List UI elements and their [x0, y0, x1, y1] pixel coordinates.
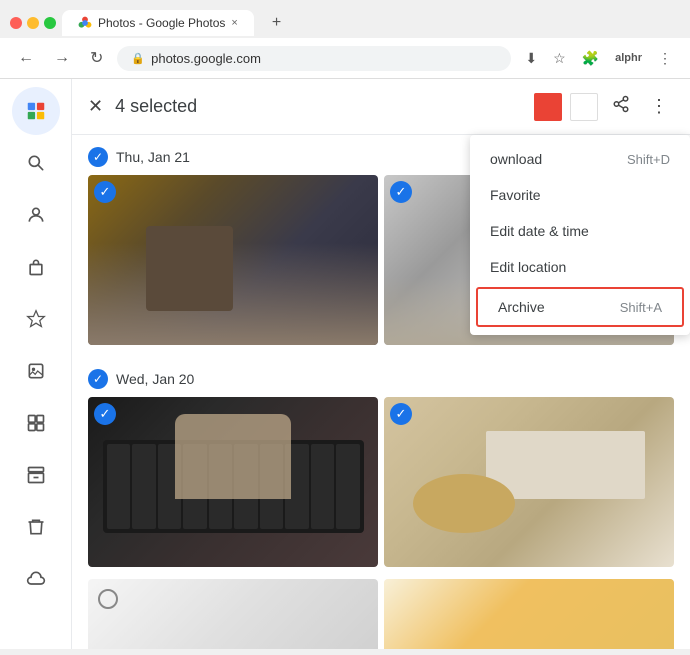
maximize-traffic-light[interactable] [44, 17, 56, 29]
photo-check-2: ✓ [390, 181, 412, 203]
navigation-bar: ← → ↻ 🔒 photos.google.com ⬇ ☆ 🧩 alphr ⋮ [0, 38, 690, 79]
menu-item-favorite[interactable]: Favorite [470, 177, 690, 213]
color-swatch-red [534, 93, 562, 121]
ext-label-button[interactable]: alphr [609, 48, 648, 68]
sidebar-item-albums[interactable] [12, 347, 60, 395]
photo-check-3: ✓ [94, 403, 116, 425]
download-nav-button[interactable]: ⬇ [519, 46, 543, 71]
photo-item-4[interactable]: ✓ [384, 397, 674, 567]
menu-label-edit-date: Edit date & time [490, 223, 589, 239]
sidebar [0, 79, 72, 649]
photo-grid-partial [88, 579, 674, 649]
sidebar-item-favorites[interactable] [12, 295, 60, 343]
sidebar-item-photos[interactable] [12, 87, 60, 135]
photo-grid-wed: ✓ ✓ [88, 397, 674, 567]
selected-count-label: 4 selected [115, 96, 522, 117]
extensions-button[interactable]: 🧩 [576, 46, 605, 71]
deselect-button[interactable]: ✕ [88, 96, 103, 117]
photo-item-6[interactable] [384, 579, 674, 649]
traffic-lights [10, 17, 56, 29]
menu-label-edit-location: Edit location [490, 259, 566, 275]
nav-actions: ⬇ ☆ 🧩 alphr ⋮ [519, 46, 678, 71]
share-button[interactable] [606, 89, 636, 124]
more-options-button[interactable]: ⋮ [644, 90, 674, 123]
menu-item-archive[interactable]: Archive Shift+A [476, 287, 684, 327]
menu-item-edit-date[interactable]: Edit date & time [470, 213, 690, 249]
browser-chrome: Photos - Google Photos × + ← → ↻ 🔒 photo… [0, 0, 690, 79]
sidebar-item-utilities[interactable] [12, 399, 60, 447]
top-bar: ✕ 4 selected ⋮ [72, 79, 690, 135]
close-traffic-light[interactable] [10, 17, 22, 29]
refresh-button[interactable]: ↻ [84, 44, 109, 72]
tab-close-button[interactable]: × [231, 17, 237, 29]
address-bar[interactable]: 🔒 photos.google.com [117, 46, 511, 71]
menu-label-favorite: Favorite [490, 187, 541, 203]
date-header-wed: ✓ Wed, Jan 20 [88, 357, 674, 397]
title-bar: Photos - Google Photos × + [0, 0, 690, 38]
app-container: ✕ 4 selected ⋮ ✓ Thu, Jan 21 ✓ [0, 79, 690, 649]
sidebar-item-shop[interactable] [12, 243, 60, 291]
main-area: ✕ 4 selected ⋮ ✓ Thu, Jan 21 ✓ [72, 79, 690, 649]
sidebar-item-search[interactable] [12, 139, 60, 187]
photo-check-4: ✓ [390, 403, 412, 425]
photo-item-1[interactable]: ✓ [88, 175, 378, 345]
menu-shortcut-archive: Shift+A [620, 300, 662, 315]
photo-item-3[interactable]: ✓ [88, 397, 378, 567]
menu-item-edit-location[interactable]: Edit location [470, 249, 690, 285]
date-check-wed[interactable]: ✓ [88, 369, 108, 389]
browser-tab[interactable]: Photos - Google Photos × [62, 10, 254, 36]
sidebar-item-archive[interactable] [12, 451, 60, 499]
action-icons: ⋮ [534, 89, 674, 124]
sidebar-item-trash[interactable] [12, 503, 60, 551]
date-label-wed: Wed, Jan 20 [116, 371, 194, 387]
menu-label-archive: Archive [498, 299, 545, 315]
dropdown-menu: ownload Shift+D Favorite Edit date & tim… [470, 135, 690, 335]
tab-title: Photos - Google Photos [98, 16, 225, 30]
sidebar-item-people[interactable] [12, 191, 60, 239]
menu-label-download: ownload [490, 151, 542, 167]
bookmark-button[interactable]: ☆ [547, 46, 572, 71]
forward-button[interactable]: → [48, 45, 76, 71]
menu-shortcut-download: Shift+D [627, 152, 670, 167]
color-swatch-white [570, 93, 598, 121]
minimize-traffic-light[interactable] [27, 17, 39, 29]
photo-item-5[interactable] [88, 579, 378, 649]
date-check-thu[interactable]: ✓ [88, 147, 108, 167]
date-label-thu: Thu, Jan 21 [116, 149, 190, 165]
photo-check-1: ✓ [94, 181, 116, 203]
google-photos-favicon-icon [78, 16, 92, 30]
sidebar-item-cloud[interactable] [12, 555, 60, 603]
new-tab-button[interactable]: + [260, 8, 293, 38]
chrome-menu-button[interactable]: ⋮ [652, 46, 678, 71]
back-button[interactable]: ← [12, 45, 40, 71]
menu-item-download[interactable]: ownload Shift+D [470, 141, 690, 177]
lock-icon: 🔒 [131, 52, 145, 65]
url-text: photos.google.com [151, 51, 261, 66]
